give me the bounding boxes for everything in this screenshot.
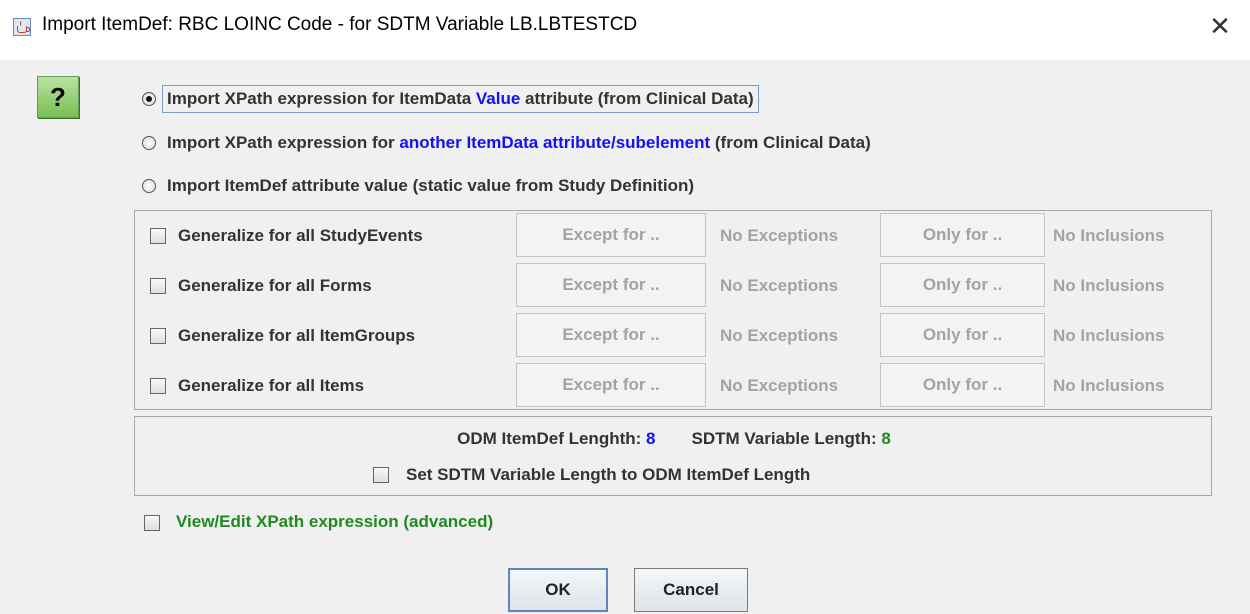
except-for-button[interactable]: Except for ..: [516, 363, 706, 407]
radio-label-focus: Import XPath expression for ItemData Val…: [162, 85, 759, 113]
generalize-checkbox[interactable]: [150, 228, 166, 244]
attribute-keyword: another ItemData attribute/subelement: [399, 133, 711, 152]
java-app-icon: [13, 18, 31, 36]
no-exceptions-text: No Exceptions: [720, 326, 839, 345]
no-exceptions-text: No Exceptions: [720, 276, 839, 295]
radio-itemdata-other[interactable]: Import XPath expression for another Item…: [142, 130, 871, 156]
generalize-checkbox[interactable]: [150, 328, 166, 344]
odm-length-label: ODM ItemDef Lenghth:: [457, 429, 642, 448]
length-panel: ODM ItemDef Lenghth: 8 SDTM Variable Leng…: [134, 416, 1212, 496]
generalize-checkbox[interactable]: [150, 378, 166, 394]
radio-itemdef-static[interactable]: Import ItemDef attribute value (static v…: [142, 173, 694, 199]
radio-button[interactable]: [142, 136, 156, 150]
set-length-checkbox[interactable]: [373, 467, 389, 483]
set-length-label: Set SDTM Variable Length to ODM ItemDef …: [406, 465, 811, 484]
length-info: ODM ItemDef Lenghth: 8 SDTM Variable Leng…: [135, 429, 1213, 449]
generalize-row-items: Generalize for all Items Except for .. N…: [135, 361, 1213, 409]
no-inclusions-text: No Inclusions: [1053, 276, 1165, 295]
except-for-button[interactable]: Except for ..: [516, 263, 706, 307]
radio-label: Import ItemDef attribute value (static v…: [167, 176, 695, 195]
generalize-checkbox[interactable]: [150, 278, 166, 294]
generalize-label: Generalize for all Forms: [178, 276, 372, 295]
radio-button[interactable]: [142, 179, 156, 193]
only-for-button[interactable]: Only for ..: [880, 363, 1045, 407]
help-button[interactable]: ?: [37, 76, 79, 118]
generalize-label: Generalize for all StudyEvents: [178, 226, 423, 245]
odm-length-value: 8: [646, 429, 656, 448]
radio-itemdata-value[interactable]: Import XPath expression for ItemData Val…: [142, 85, 759, 113]
help-icon: ?: [50, 82, 66, 112]
ok-button[interactable]: OK: [508, 568, 608, 612]
advanced-xpath-label: View/Edit XPath expression (advanced): [176, 512, 494, 531]
only-for-button[interactable]: Only for ..: [880, 313, 1045, 357]
advanced-xpath-row: View/Edit XPath expression (advanced): [144, 512, 493, 532]
no-inclusions-text: No Inclusions: [1053, 226, 1165, 245]
only-for-button[interactable]: Only for ..: [880, 213, 1045, 257]
only-for-button[interactable]: Only for ..: [880, 263, 1045, 307]
title-bar: Import ItemDef: RBC LOINC Code - for SDT…: [0, 0, 1250, 60]
generalize-panel: Generalize for all StudyEvents Except fo…: [134, 210, 1212, 410]
no-exceptions-text: No Exceptions: [720, 226, 839, 245]
generalize-label: Generalize for all ItemGroups: [178, 326, 416, 345]
no-inclusions-text: No Inclusions: [1053, 326, 1165, 345]
window-title: Import ItemDef: RBC LOINC Code - for SDT…: [42, 14, 638, 35]
no-exceptions-text: No Exceptions: [720, 376, 839, 395]
sdtm-length-value: 8: [881, 429, 891, 448]
close-button[interactable]: ✕: [1204, 10, 1236, 42]
except-for-button[interactable]: Except for ..: [516, 313, 706, 357]
generalize-row-forms: Generalize for all Forms Except for .. N…: [135, 261, 1213, 309]
except-for-button[interactable]: Except for ..: [516, 213, 706, 257]
set-length-row: Set SDTM Variable Length to ODM ItemDef …: [373, 465, 810, 485]
no-inclusions-text: No Inclusions: [1053, 376, 1165, 395]
radio-button-selected[interactable]: [142, 92, 156, 106]
generalize-label: Generalize for all Items: [178, 376, 365, 395]
value-keyword: Value: [475, 89, 521, 108]
radio-label: Import XPath expression for another Item…: [167, 133, 871, 152]
generalize-row-studyevents: Generalize for all StudyEvents Except fo…: [135, 211, 1213, 259]
generalize-row-itemgroups: Generalize for all ItemGroups Except for…: [135, 311, 1213, 359]
advanced-xpath-checkbox[interactable]: [144, 515, 160, 531]
cancel-button[interactable]: Cancel: [634, 568, 748, 612]
sdtm-length-label: SDTM Variable Length:: [691, 429, 877, 448]
